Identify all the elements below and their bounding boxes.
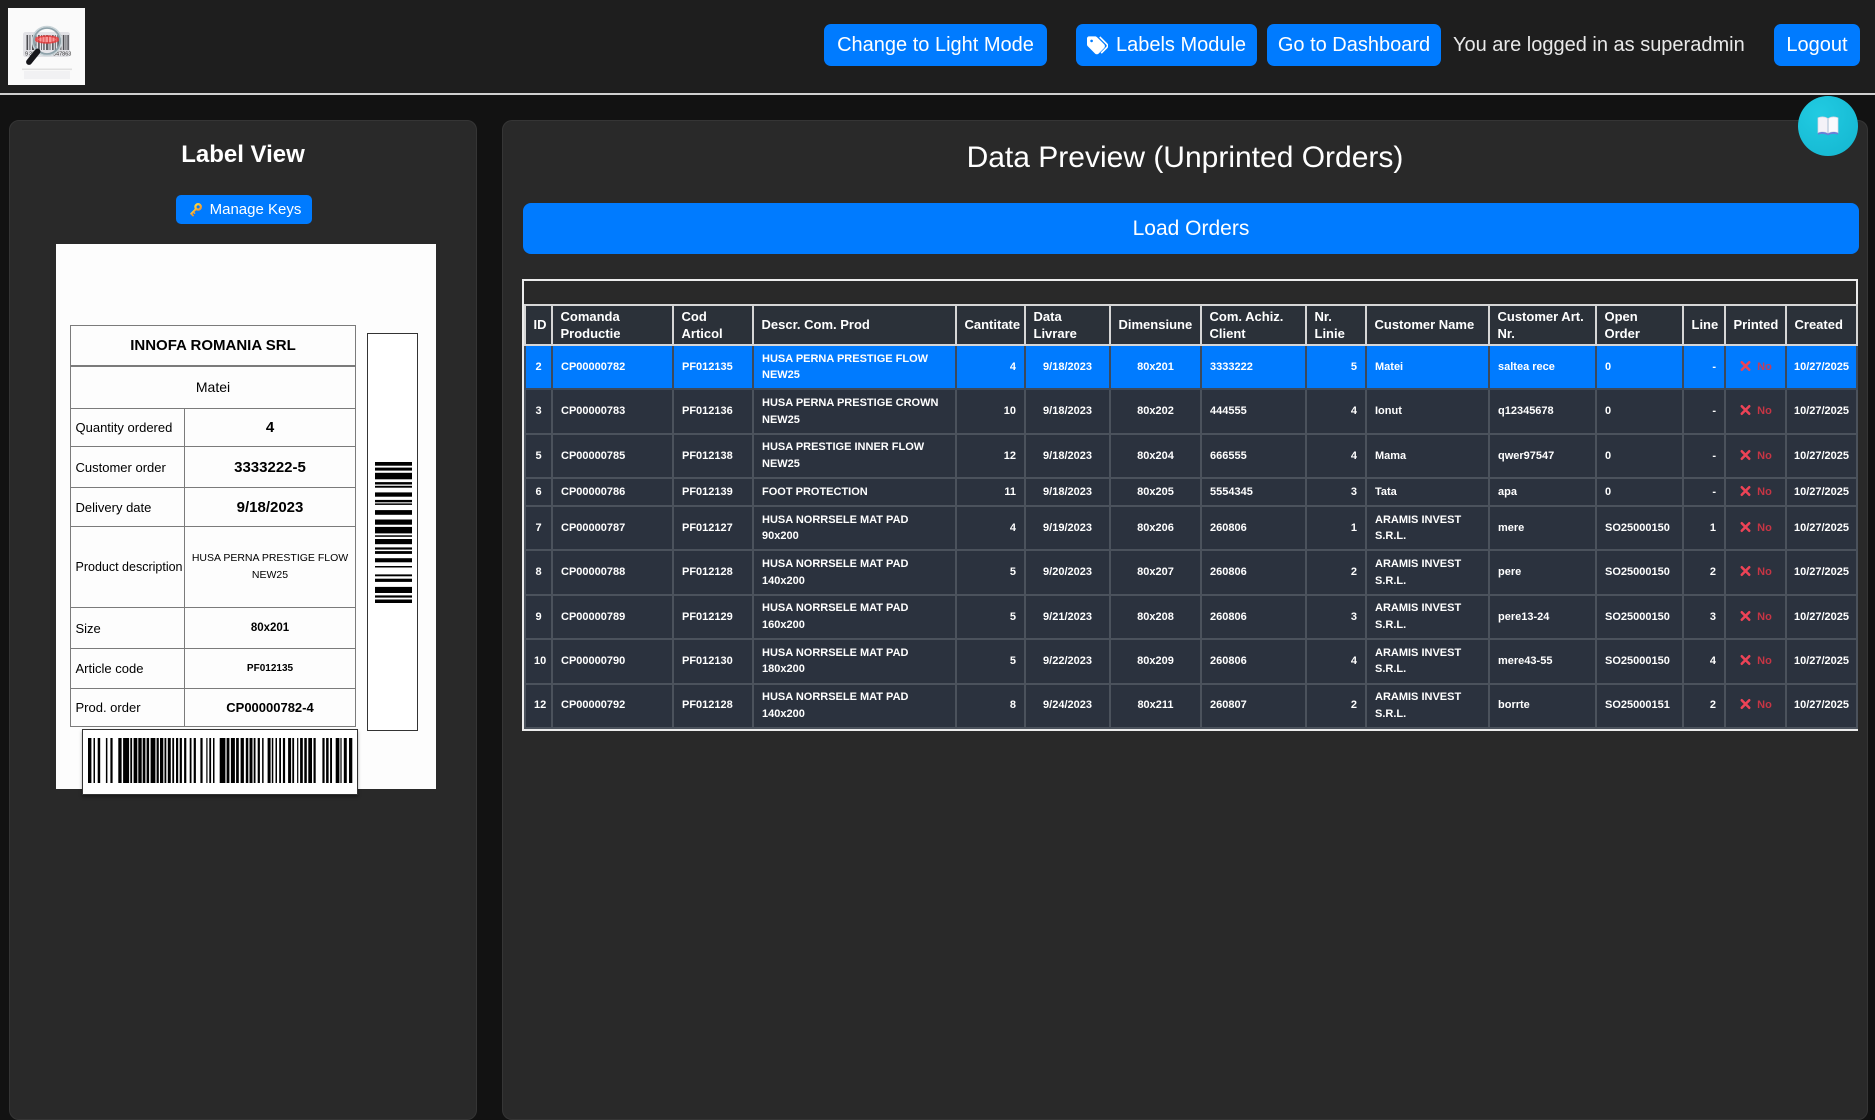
svg-text:9: 9: [25, 52, 28, 58]
